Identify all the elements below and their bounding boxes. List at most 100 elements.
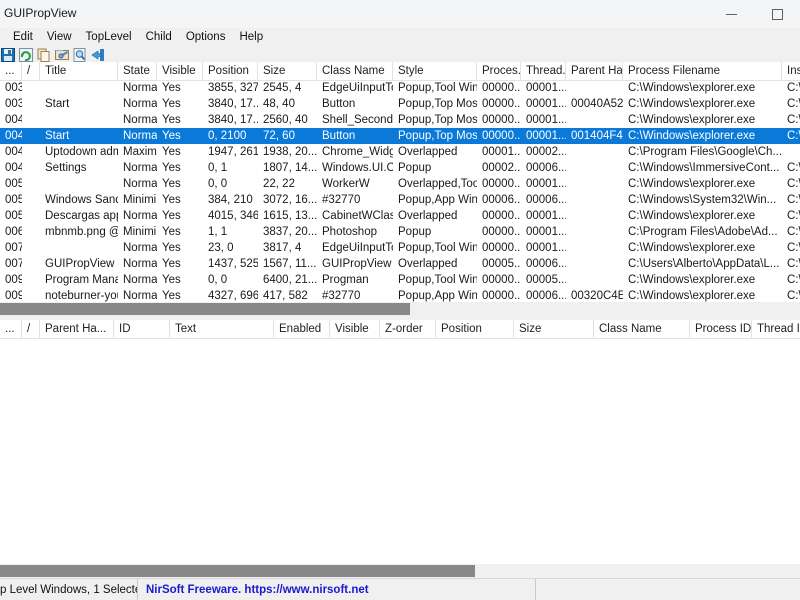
table-row[interactable]: 0050... Normal Yes 0, 0 22, 22 WorkerW Overlap… (0, 176, 800, 192)
cell-check (22, 256, 40, 272)
cell-process_filename: C:\Users\Alberto\AppData\L... (628, 258, 780, 270)
save-button[interactable] (0, 47, 16, 62)
column-header-handle[interactable]: ... (0, 62, 22, 80)
cell-thread_id: 00006... (526, 162, 566, 174)
top-level-windows-list[interactable]: ... / Title State Visible Position Size Class N… (0, 62, 800, 302)
column-header-instance_handle[interactable]: Instance H... (782, 62, 800, 80)
column-header-process_filename[interactable]: Process Filename (623, 62, 782, 80)
column-header-enabled[interactable]: Enabled (274, 320, 330, 338)
cell-process_filename: C:\Program Files\Adobe\Ad... (628, 226, 778, 238)
top-list-hscrollbar[interactable] (0, 302, 800, 316)
table-row[interactable]: 0090... Program Mana... Normal Yes 0, 0 6400,… (0, 272, 800, 288)
column-header-thread_id[interactable]: Thread ID (752, 320, 800, 338)
cell-handle: 0091... (5, 290, 22, 302)
cell-size: 3072, 16... (263, 194, 317, 206)
cell-style: Popup,Tool Win... (398, 82, 477, 94)
cell-size: 1938, 20... (263, 146, 317, 158)
column-header-size[interactable]: Size (258, 62, 317, 80)
status-count: p Level Windows, 1 Selected (0, 579, 138, 600)
menu-item-toplevel[interactable]: TopLevel (79, 29, 139, 46)
column-header-check[interactable]: / (22, 62, 40, 80)
nirsoft-link[interactable]: NirSoft Freeware. https://www.nirsoft.ne… (146, 584, 369, 596)
menu-item-edit[interactable]: Edit (6, 29, 40, 46)
copy-button[interactable] (36, 47, 52, 62)
cell-visible: Yes (162, 258, 181, 270)
cell-thread_id: 00001... (526, 98, 566, 110)
column-header-visible[interactable]: Visible (330, 320, 380, 338)
child-windows-list[interactable]: ... / Parent Ha... ID Text Enabled Visible Z-or… (0, 320, 800, 565)
cell-class_name: Windows.UI.Co... (322, 162, 393, 174)
cell-style: Overlapped (398, 210, 458, 222)
table-row[interactable]: 0091... noteburner-you... Normal Yes 4327, 6… (0, 288, 800, 302)
cell-position: 3855, 327 (208, 82, 258, 94)
column-header-parent_handle[interactable]: Parent Ha... (40, 320, 114, 338)
bottom-list-header[interactable]: ... / Parent Ha... ID Text Enabled Visible Z-or… (0, 320, 800, 339)
table-row[interactable]: 0030... Start Normal Yes 3840, 17... 48, 40 Bu… (0, 96, 800, 112)
top-list-scroll-thumb[interactable] (0, 303, 410, 315)
column-header-text[interactable]: Text (170, 320, 274, 338)
table-row[interactable]: 0050... Windows Sand... Minimi... Yes 384, 2… (0, 192, 800, 208)
bottom-list-hscrollbar[interactable] (0, 564, 800, 578)
menu-item-view[interactable]: View (40, 29, 79, 46)
column-header-process_id[interactable]: Process ID (690, 320, 752, 338)
column-header-position[interactable]: Position (203, 62, 258, 80)
column-header-title[interactable]: Title (40, 62, 118, 80)
cell-state: Normal (123, 290, 157, 302)
properties-button[interactable] (54, 47, 70, 62)
cell-title (40, 112, 118, 128)
menu-item-child[interactable]: Child (139, 29, 179, 46)
cell-class_name: #32770 (322, 290, 361, 302)
cell-class_name: Progman (322, 274, 369, 286)
top-list-header[interactable]: ... / Title State Visible Position Size Class N… (0, 62, 800, 81)
table-row[interactable]: 0030... Normal Yes 3855, 327 2545, 4 EdgeUiIn… (0, 80, 800, 96)
column-header-thread_id[interactable]: Thread... (521, 62, 566, 80)
exit-button[interactable] (90, 47, 106, 62)
table-row[interactable]: 0040... Settings Normal Yes 0, 1 1807, 14... W… (0, 160, 800, 176)
column-header-class_name[interactable]: Class Name (594, 320, 690, 338)
column-header-check[interactable]: / (22, 320, 40, 338)
column-header-id[interactable]: ID (114, 320, 170, 338)
table-row[interactable]: 0040... Normal Yes 3840, 17... 2560, 40 Shell… (0, 112, 800, 128)
table-row[interactable]: 0061... mbnmb.png @... Minimi... Yes 1, 1 383… (0, 224, 800, 240)
menu-item-help[interactable]: Help (232, 29, 270, 46)
column-header-parent_handle[interactable]: Parent Ha... (566, 62, 623, 80)
cell-thread_id: 00001... (526, 130, 566, 142)
menu-item-options[interactable]: Options (179, 29, 233, 46)
top-list-rows[interactable]: 0030... Normal Yes 3855, 327 2545, 4 EdgeUiIn… (0, 80, 800, 302)
bottom-list-rows[interactable] (0, 338, 800, 565)
bottom-list-scroll-thumb[interactable] (0, 565, 475, 577)
cell-visible: Yes (162, 290, 181, 302)
table-row[interactable]: 0040... Uptodown adm... Maxim... Yes 1947, 2… (0, 144, 800, 160)
table-row[interactable]: 0070... Normal Yes 23, 0 3817, 4 EdgeUiInputT… (0, 240, 800, 256)
cell-check (22, 288, 40, 302)
column-header-zorder[interactable]: Z-order (380, 320, 436, 338)
column-header-class_name[interactable]: Class Name (317, 62, 393, 80)
cell-parent_handle: 00040A52 (571, 98, 623, 110)
cell-thread_id: 00006... (526, 194, 566, 206)
table-row[interactable]: 0071... GUIPropView Normal Yes 1437, 525 1567… (0, 256, 800, 272)
cell-state: Normal (123, 82, 157, 94)
column-header-style[interactable]: Style (393, 62, 477, 80)
table-row[interactable]: 0040... Start Normal Yes 0, 2100 72, 60 Button… (0, 128, 800, 144)
column-header-size[interactable]: Size (514, 320, 594, 338)
maximize-button[interactable] (754, 0, 800, 28)
cell-process_filename: C:\Windows\explorer.exe (628, 274, 756, 286)
refresh-button[interactable] (18, 47, 34, 62)
find-button[interactable] (72, 47, 88, 62)
cell-instance_handle: C:\WIND... (787, 194, 800, 206)
cell-process_id: 00000... (482, 82, 521, 94)
table-row[interactable]: 0050... Descargas apps Normal Yes 4015, 346 1… (0, 208, 800, 224)
cell-instance_handle (782, 144, 800, 160)
column-header-position[interactable]: Position (436, 320, 514, 338)
column-header-process_id[interactable]: Proces... (477, 62, 521, 80)
cell-thread_id: 00006... (526, 258, 566, 270)
column-header-handle[interactable]: ... (0, 320, 22, 338)
cell-title (40, 240, 118, 256)
cell-title: Descargas apps (45, 210, 118, 222)
column-header-visible[interactable]: Visible (157, 62, 203, 80)
cell-title: Start (45, 130, 70, 142)
column-header-state[interactable]: State (118, 62, 157, 80)
cell-thread_id: 00001... (526, 210, 566, 222)
minimize-button[interactable] (708, 0, 754, 28)
cell-process_id: 00000... (482, 290, 521, 302)
